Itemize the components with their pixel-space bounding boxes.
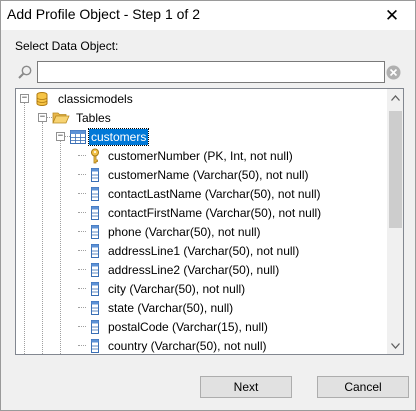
- column-icon: [91, 224, 99, 239]
- title-bar: Add Profile Object - Step 1 of 2 ✕: [1, 1, 415, 30]
- column-icon: [91, 205, 99, 220]
- tree-node-customers-table[interactable]: customers: [70, 127, 150, 146]
- tree-node-column[interactable]: contactLastName (Varchar(50), not null): [88, 184, 323, 203]
- folder-open-icon: [52, 112, 70, 123]
- tree-node-column[interactable]: city (Varchar(50), not null): [88, 279, 247, 298]
- column-label: state (Varchar(50), null): [108, 300, 234, 315]
- column-icon: [91, 319, 99, 334]
- data-object-tree[interactable]: − classicmodels − Tables − customers cus…: [15, 88, 404, 355]
- tree-node-tables-folder[interactable]: Tables: [52, 108, 113, 127]
- column-label: contactFirstName (Varchar(50), not null): [108, 205, 322, 220]
- tree-node-column[interactable]: postalCode (Varchar(15), null): [88, 317, 270, 336]
- close-button[interactable]: ✕: [369, 1, 415, 30]
- search-row: [15, 61, 404, 84]
- tree-content: − classicmodels − Tables − customers cus…: [16, 89, 387, 354]
- key-icon: [91, 148, 99, 163]
- column-icon: [91, 243, 99, 258]
- column-label: addressLine2 (Varchar(50), null): [108, 262, 280, 277]
- tree-node-label: Tables: [76, 110, 111, 125]
- column-label: contactLastName (Varchar(50), not null): [108, 186, 321, 201]
- search-input[interactable]: [37, 61, 385, 83]
- dialog-window: Add Profile Object - Step 1 of 2 ✕ Selec…: [0, 0, 416, 411]
- tree-node-label-selected: customers: [87, 127, 150, 146]
- tree-node-column[interactable]: phone (Varchar(50), not null): [88, 222, 263, 241]
- tree-node-column[interactable]: customerName (Varchar(50), not null): [88, 165, 311, 184]
- column-label: city (Varchar(50), not null): [108, 281, 246, 296]
- next-button[interactable]: Next: [200, 376, 292, 398]
- tree-node-column[interactable]: contactFirstName (Varchar(50), not null): [88, 203, 323, 222]
- tree-node-column[interactable]: state (Varchar(50), null): [88, 298, 235, 317]
- column-icon: [91, 186, 99, 201]
- scrollbar-thumb[interactable]: [389, 111, 402, 228]
- column-label: postalCode (Varchar(15), null): [108, 319, 268, 334]
- scroll-up-button[interactable]: [387, 89, 403, 106]
- chevron-up-icon: [391, 94, 400, 101]
- window-title: Add Profile Object - Step 1 of 2: [7, 6, 200, 22]
- tree-node-label: classicmodels: [58, 91, 133, 106]
- close-icon: ✕: [384, 5, 400, 25]
- scroll-down-button[interactable]: [387, 337, 403, 354]
- column-label: customerName (Varchar(50), not null): [108, 167, 309, 182]
- tree-node-column[interactable]: addressLine2 (Varchar(50), null): [88, 260, 281, 279]
- column-icon: [91, 300, 99, 315]
- tree-node-column[interactable]: country (Varchar(50), not null): [88, 336, 269, 354]
- expand-toggle-root[interactable]: −: [20, 94, 29, 103]
- tree-node-column[interactable]: addressLine1 (Varchar(50), not null): [88, 241, 301, 260]
- column-label: country (Varchar(50), not null): [108, 338, 267, 353]
- tree-node-database[interactable]: classicmodels: [34, 89, 135, 108]
- column-label: addressLine1 (Varchar(50), not null): [108, 243, 300, 258]
- column-label: phone (Varchar(50), not null): [108, 224, 261, 239]
- chevron-down-icon: [391, 342, 400, 349]
- tree-node-column[interactable]: customerNumber (PK, Int, not null): [88, 146, 295, 165]
- vertical-scrollbar[interactable]: [387, 89, 403, 354]
- expand-toggle-tables[interactable]: −: [38, 113, 47, 122]
- column-icon: [91, 338, 99, 353]
- column-icon: [91, 262, 99, 277]
- clear-search-icon[interactable]: [386, 65, 401, 80]
- table-icon: [70, 129, 86, 144]
- select-data-object-label: Select Data Object:: [15, 39, 119, 53]
- column-icon: [91, 281, 99, 296]
- column-label: customerNumber (PK, Int, not null): [108, 148, 293, 163]
- search-icon: [18, 65, 32, 79]
- column-icon: [91, 167, 99, 182]
- expand-toggle-customers[interactable]: −: [56, 132, 65, 141]
- cancel-button[interactable]: Cancel: [317, 376, 409, 398]
- database-icon: [36, 91, 48, 106]
